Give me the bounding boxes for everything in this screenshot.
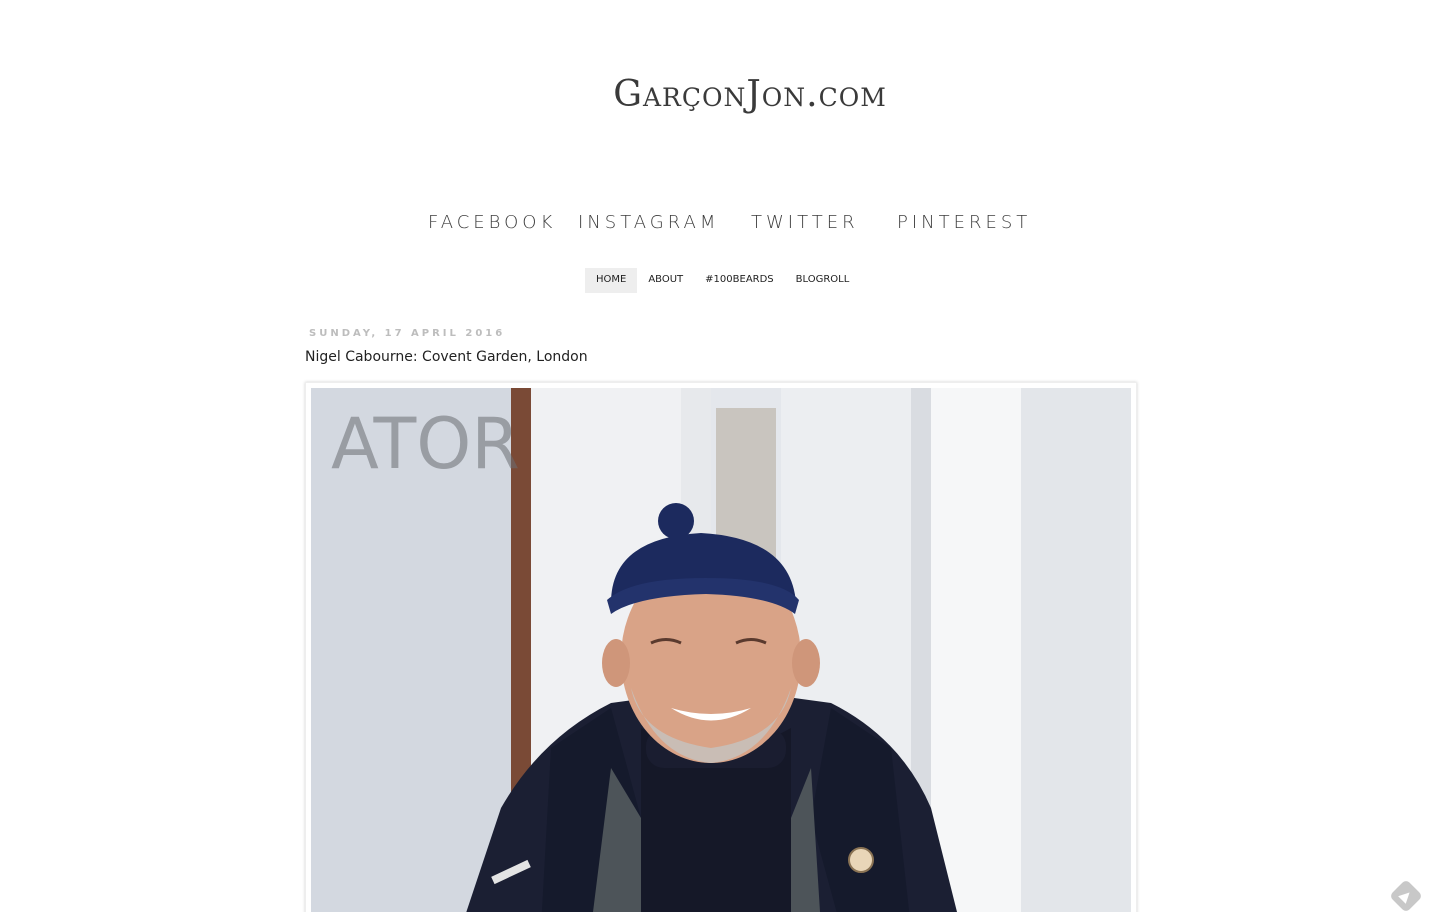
page-tabs: HOME ABOUT #100BEARDS BLOGROLL [585, 268, 860, 293]
social-link-instagram[interactable]: INSTAGRAM [578, 212, 719, 233]
post-date: Sunday, 17 April 2016 [309, 328, 506, 339]
page: GarçonJon.com FACEBOOK INSTAGRAM TWITTER… [0, 0, 1438, 912]
post-title[interactable]: Nigel Cabourne: Covent Garden, London [305, 349, 588, 365]
tab-100beards[interactable]: #100BEARDS [694, 268, 784, 293]
svg-text:ATOR: ATOR [331, 403, 520, 485]
social-link-twitter[interactable]: TWITTER [751, 212, 859, 233]
social-nav: FACEBOOK INSTAGRAM TWITTER PINTEREST [0, 212, 1438, 242]
post-image-frame: ATOR [305, 382, 1137, 912]
tab-home[interactable]: HOME [585, 268, 638, 293]
social-link-facebook[interactable]: FACEBOOK [428, 212, 556, 233]
tab-blogroll[interactable]: BLOGROLL [785, 268, 861, 293]
post-image[interactable]: ATOR [311, 388, 1131, 912]
site-title-link[interactable]: GarçonJon.com [0, 74, 1438, 115]
tab-about[interactable]: ABOUT [637, 268, 694, 293]
feedly-icon[interactable]: ▲ [1389, 879, 1423, 912]
social-link-pinterest[interactable]: PINTEREST [897, 212, 1031, 233]
post-image-illustration: ATOR [311, 388, 1131, 912]
